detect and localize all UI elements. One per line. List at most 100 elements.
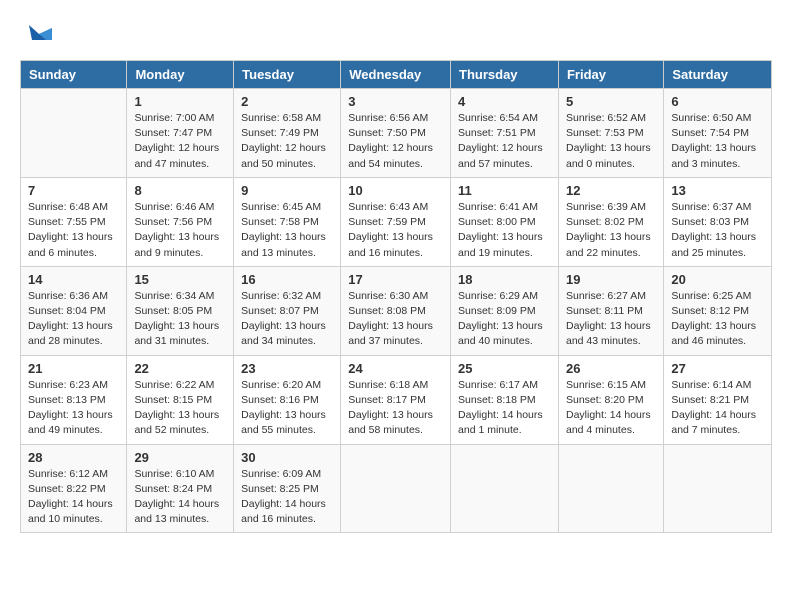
day-number: 20 <box>671 272 764 287</box>
calendar-cell: 11 Sunrise: 6:41 AMSunset: 8:00 PMDayligh… <box>451 177 559 266</box>
calendar-cell: 29 Sunrise: 6:10 AMSunset: 8:24 PMDayligh… <box>127 444 234 533</box>
calendar-cell: 28 Sunrise: 6:12 AMSunset: 8:22 PMDayligh… <box>21 444 127 533</box>
day-number: 7 <box>28 183 119 198</box>
day-info: Sunrise: 6:52 AMSunset: 7:53 PMDaylight:… <box>566 111 656 172</box>
calendar-cell: 7 Sunrise: 6:48 AMSunset: 7:55 PMDaylight… <box>21 177 127 266</box>
calendar-cell: 16 Sunrise: 6:32 AMSunset: 8:07 PMDayligh… <box>234 266 341 355</box>
calendar-week-3: 14 Sunrise: 6:36 AMSunset: 8:04 PMDayligh… <box>21 266 772 355</box>
day-number: 28 <box>28 450 119 465</box>
day-info: Sunrise: 6:43 AMSunset: 7:59 PMDaylight:… <box>348 200 443 261</box>
day-number: 1 <box>134 94 226 109</box>
day-info: Sunrise: 6:23 AMSunset: 8:13 PMDaylight:… <box>28 378 119 439</box>
logo-icon <box>24 20 54 50</box>
day-number: 8 <box>134 183 226 198</box>
col-saturday: Saturday <box>664 61 772 89</box>
day-info: Sunrise: 6:37 AMSunset: 8:03 PMDaylight:… <box>671 200 764 261</box>
calendar-cell: 20 Sunrise: 6:25 AMSunset: 8:12 PMDayligh… <box>664 266 772 355</box>
day-number: 27 <box>671 361 764 376</box>
calendar-cell <box>21 89 127 178</box>
col-friday: Friday <box>558 61 663 89</box>
day-number: 6 <box>671 94 764 109</box>
day-number: 2 <box>241 94 333 109</box>
calendar-cell: 6Sunrise: 6:50 AMSunset: 7:54 PMDaylight… <box>664 89 772 178</box>
day-info: Sunrise: 6:17 AMSunset: 8:18 PMDaylight:… <box>458 378 551 439</box>
day-info: Sunrise: 6:27 AMSunset: 8:11 PMDaylight:… <box>566 289 656 350</box>
calendar-cell: 19 Sunrise: 6:27 AMSunset: 8:11 PMDayligh… <box>558 266 663 355</box>
day-number: 10 <box>348 183 443 198</box>
day-number: 19 <box>566 272 656 287</box>
day-number: 30 <box>241 450 333 465</box>
day-info: Sunrise: 6:09 AMSunset: 8:25 PMDaylight:… <box>241 467 333 528</box>
calendar-cell: 13 Sunrise: 6:37 AMSunset: 8:03 PMDayligh… <box>664 177 772 266</box>
day-number: 3 <box>348 94 443 109</box>
day-number: 29 <box>134 450 226 465</box>
day-info: Sunrise: 6:34 AMSunset: 8:05 PMDaylight:… <box>134 289 226 350</box>
day-info: Sunrise: 6:22 AMSunset: 8:15 PMDaylight:… <box>134 378 226 439</box>
day-info: Sunrise: 6:58 AMSunset: 7:49 PMDaylight:… <box>241 111 333 172</box>
calendar-table: Sunday Monday Tuesday Wednesday Thursday… <box>20 60 772 533</box>
day-info: Sunrise: 6:36 AMSunset: 8:04 PMDaylight:… <box>28 289 119 350</box>
day-number: 11 <box>458 183 551 198</box>
day-info: Sunrise: 6:41 AMSunset: 8:00 PMDaylight:… <box>458 200 551 261</box>
day-number: 17 <box>348 272 443 287</box>
calendar-week-1: 1 Sunrise: 7:00 AMSunset: 7:47 PMDaylight… <box>21 89 772 178</box>
calendar-cell: 25 Sunrise: 6:17 AMSunset: 8:18 PMDayligh… <box>451 355 559 444</box>
day-info: Sunrise: 6:45 AMSunset: 7:58 PMDaylight:… <box>241 200 333 261</box>
day-number: 24 <box>348 361 443 376</box>
day-info: Sunrise: 6:32 AMSunset: 8:07 PMDaylight:… <box>241 289 333 350</box>
day-number: 12 <box>566 183 656 198</box>
day-info: Sunrise: 7:00 AMSunset: 7:47 PMDaylight:… <box>134 111 226 172</box>
calendar-cell <box>341 444 451 533</box>
day-number: 13 <box>671 183 764 198</box>
calendar-cell: 2 Sunrise: 6:58 AMSunset: 7:49 PMDaylight… <box>234 89 341 178</box>
day-number: 9 <box>241 183 333 198</box>
calendar-week-2: 7 Sunrise: 6:48 AMSunset: 7:55 PMDaylight… <box>21 177 772 266</box>
day-info: Sunrise: 6:20 AMSunset: 8:16 PMDaylight:… <box>241 378 333 439</box>
day-number: 16 <box>241 272 333 287</box>
col-tuesday: Tuesday <box>234 61 341 89</box>
calendar-cell: 30 Sunrise: 6:09 AMSunset: 8:25 PMDayligh… <box>234 444 341 533</box>
day-info: Sunrise: 6:14 AMSunset: 8:21 PMDaylight:… <box>671 378 764 439</box>
calendar-cell: 24Sunrise: 6:18 AMSunset: 8:17 PMDayligh… <box>341 355 451 444</box>
col-thursday: Thursday <box>451 61 559 89</box>
day-number: 5 <box>566 94 656 109</box>
day-info: Sunrise: 6:25 AMSunset: 8:12 PMDaylight:… <box>671 289 764 350</box>
calendar-cell: 18 Sunrise: 6:29 AMSunset: 8:09 PMDayligh… <box>451 266 559 355</box>
day-info: Sunrise: 6:15 AMSunset: 8:20 PMDaylight:… <box>566 378 656 439</box>
col-monday: Monday <box>127 61 234 89</box>
day-number: 18 <box>458 272 551 287</box>
day-info: Sunrise: 6:12 AMSunset: 8:22 PMDaylight:… <box>28 467 119 528</box>
calendar-cell: 5 Sunrise: 6:52 AMSunset: 7:53 PMDaylight… <box>558 89 663 178</box>
page-header <box>20 20 772 50</box>
calendar-cell: 15Sunrise: 6:34 AMSunset: 8:05 PMDayligh… <box>127 266 234 355</box>
day-number: 25 <box>458 361 551 376</box>
calendar-week-5: 28 Sunrise: 6:12 AMSunset: 8:22 PMDayligh… <box>21 444 772 533</box>
calendar-cell <box>558 444 663 533</box>
day-number: 22 <box>134 361 226 376</box>
day-info: Sunrise: 6:54 AMSunset: 7:51 PMDaylight:… <box>458 111 551 172</box>
calendar-cell: 26 Sunrise: 6:15 AMSunset: 8:20 PMDayligh… <box>558 355 663 444</box>
calendar-cell <box>664 444 772 533</box>
calendar-cell: 9 Sunrise: 6:45 AMSunset: 7:58 PMDaylight… <box>234 177 341 266</box>
day-info: Sunrise: 6:10 AMSunset: 8:24 PMDaylight:… <box>134 467 226 528</box>
calendar-cell: 21 Sunrise: 6:23 AMSunset: 8:13 PMDayligh… <box>21 355 127 444</box>
day-number: 26 <box>566 361 656 376</box>
calendar-cell: 4 Sunrise: 6:54 AMSunset: 7:51 PMDaylight… <box>451 89 559 178</box>
calendar-cell: 8Sunrise: 6:46 AMSunset: 7:56 PMDaylight… <box>127 177 234 266</box>
header-row: Sunday Monday Tuesday Wednesday Thursday… <box>21 61 772 89</box>
calendar-cell: 17Sunrise: 6:30 AMSunset: 8:08 PMDayligh… <box>341 266 451 355</box>
day-number: 23 <box>241 361 333 376</box>
col-wednesday: Wednesday <box>341 61 451 89</box>
day-info: Sunrise: 6:39 AMSunset: 8:02 PMDaylight:… <box>566 200 656 261</box>
logo <box>20 20 54 50</box>
day-number: 14 <box>28 272 119 287</box>
calendar-cell: 12 Sunrise: 6:39 AMSunset: 8:02 PMDayligh… <box>558 177 663 266</box>
calendar-cell: 14 Sunrise: 6:36 AMSunset: 8:04 PMDayligh… <box>21 266 127 355</box>
day-number: 4 <box>458 94 551 109</box>
day-info: Sunrise: 6:29 AMSunset: 8:09 PMDaylight:… <box>458 289 551 350</box>
calendar-week-4: 21 Sunrise: 6:23 AMSunset: 8:13 PMDayligh… <box>21 355 772 444</box>
calendar-cell <box>451 444 559 533</box>
day-number: 21 <box>28 361 119 376</box>
day-info: Sunrise: 6:48 AMSunset: 7:55 PMDaylight:… <box>28 200 119 261</box>
calendar-header: Sunday Monday Tuesday Wednesday Thursday… <box>21 61 772 89</box>
